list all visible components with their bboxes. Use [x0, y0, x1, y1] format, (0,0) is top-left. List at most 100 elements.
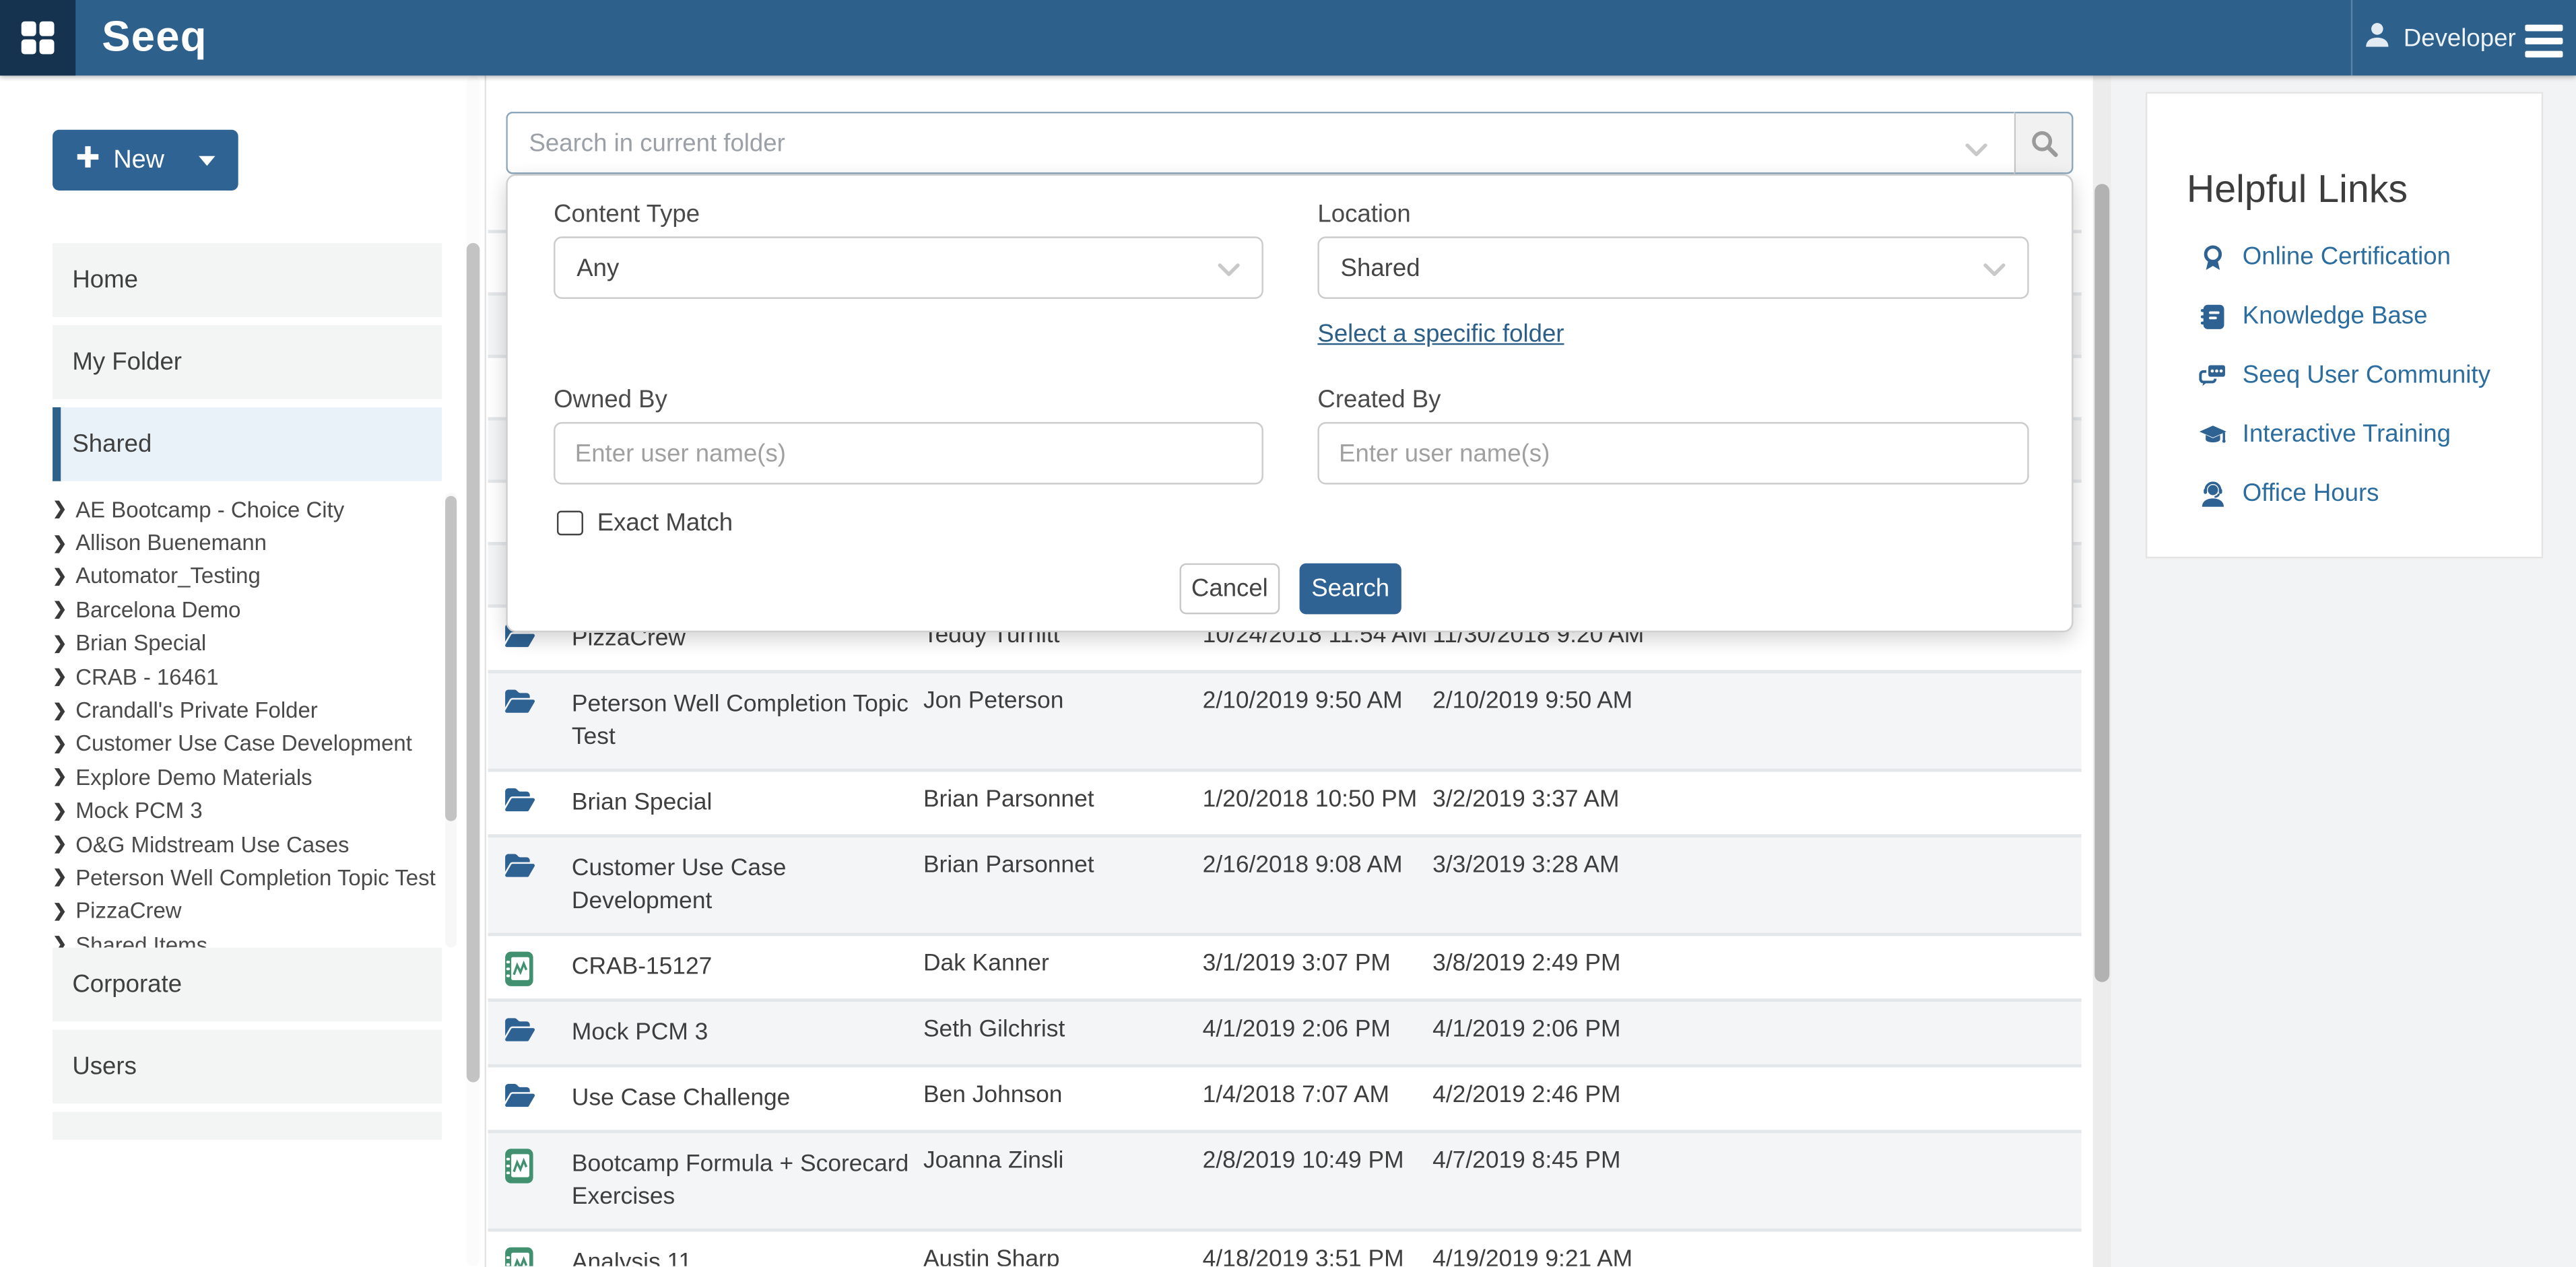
folder-tree-item[interactable]: ❯ Explore Demo Materials: [53, 761, 447, 794]
navbar-divider: [2351, 0, 2352, 75]
item-owner: Seth Gilchrist: [923, 1017, 1195, 1043]
folder-tree-item[interactable]: ❯ Allison Buenemann: [53, 526, 447, 560]
item-owner: Austin Sharp: [923, 1247, 1195, 1266]
select-specific-folder-link[interactable]: Select a specific folder: [1317, 320, 1564, 348]
plus-icon: [77, 145, 99, 175]
folder-tree-item[interactable]: ❯ Peterson Well Completion Topic Test: [53, 861, 447, 895]
chevron-right-icon: ❯: [53, 567, 75, 586]
item-owner: Dak Kanner: [923, 951, 1195, 977]
cancel-button[interactable]: Cancel: [1179, 563, 1280, 615]
chevron-right-icon: ❯: [53, 533, 75, 553]
sidebar-item-partial: [53, 1111, 442, 1139]
chevron-right-icon: ❯: [53, 767, 75, 787]
table-row[interactable]: Use Case Challenge Ben Johnson 1/4/2018 …: [488, 1064, 2082, 1130]
item-updated-date: 2/10/2019 9:50 AM: [1432, 688, 1704, 714]
table-row[interactable]: CRAB-15127 Dak Kanner 3/1/2019 3:07 PM 3…: [488, 933, 2082, 999]
chevron-right-icon: ❯: [53, 500, 75, 519]
item-owner: Brian Parsonnet: [923, 786, 1195, 813]
folder-tree-item[interactable]: ❯ Barcelona Demo: [53, 593, 447, 627]
app-switcher-button[interactable]: [0, 0, 75, 75]
helpful-link[interactable]: Online Certification: [2198, 238, 2451, 275]
item-updated-date: 3/8/2019 2:49 PM: [1432, 951, 1704, 977]
folder-tree-item[interactable]: ❯ CRAB - 16461: [53, 660, 447, 694]
helpful-link[interactable]: Seeq User Community: [2198, 356, 2490, 392]
item-created-date: 1/4/2018 7:07 AM: [1203, 1083, 1433, 1109]
item-updated-date: 4/7/2019 8:45 PM: [1432, 1148, 1704, 1174]
office-hours-icon: [2198, 479, 2228, 509]
folder-tree-item-label: AE Bootcamp - Choice City: [75, 497, 344, 522]
sidebar-scrollbar-thumb[interactable]: [467, 243, 480, 1083]
top-navbar: Seeq Developer: [0, 0, 2576, 75]
sidebar-nav-item[interactable]: Home: [53, 243, 442, 317]
search-button[interactable]: Search: [1300, 563, 1401, 615]
folder-tree-item[interactable]: ❯ AE Bootcamp - Choice City: [53, 493, 447, 526]
table-row[interactable]: Peterson Well Completion Topic Test Jon …: [488, 670, 2082, 768]
content-type-select[interactable]: Any: [554, 236, 1263, 299]
sidebar-nav-item[interactable]: Shared: [53, 407, 442, 481]
helpful-link[interactable]: Knowledge Base: [2198, 298, 2428, 334]
user-menu[interactable]: Developer: [2363, 0, 2516, 75]
chevron-down-icon: [1218, 263, 1241, 277]
chevron-right-icon: ❯: [53, 667, 75, 687]
helpful-links-title: Helpful Links: [2187, 168, 2408, 212]
folder-icon: [504, 1017, 535, 1043]
helpful-link[interactable]: Office Hours: [2198, 475, 2379, 511]
item-updated-date: 4/1/2019 2:06 PM: [1432, 1017, 1704, 1043]
content-type-value: Any: [576, 254, 619, 281]
hamburger-menu-icon[interactable]: [2525, 25, 2563, 63]
sidebar-nav-item[interactable]: Users: [53, 1030, 442, 1104]
exact-match-option[interactable]: Exact Match: [557, 509, 733, 537]
helpful-link[interactable]: Interactive Training: [2198, 415, 2451, 452]
table-row[interactable]: Analysis 11 Austin Sharp 4/18/2019 3:51 …: [488, 1229, 2082, 1266]
item-name: Bootcamp Formula + Scorecard Exercises: [572, 1133, 920, 1228]
exact-match-checkbox[interactable]: [557, 510, 583, 536]
sidebar-nav-item-label: Home: [72, 266, 138, 294]
folder-tree-item[interactable]: ❯ Crandall's Private Folder: [53, 693, 447, 727]
grid-icon: [22, 22, 54, 54]
certification-icon: [2198, 243, 2228, 273]
content-scrollbar-thumb[interactable]: [2094, 184, 2109, 982]
item-name: Analysis 11: [572, 1232, 920, 1266]
analysis-icon: [504, 1148, 534, 1184]
location-select[interactable]: Shared: [1317, 236, 2028, 299]
helpful-links-panel: Helpful Links Online Certification: [2146, 92, 2543, 559]
knowledge-base-icon: [2198, 302, 2228, 332]
sidebar-nav-item[interactable]: Corporate: [53, 948, 442, 1022]
sidebar-nav-item[interactable]: My Folder: [53, 325, 442, 399]
seeq-logo[interactable]: Seeq: [102, 0, 207, 75]
sidebar-nav-item-label: Shared: [72, 430, 152, 458]
table-row[interactable]: Brian Special Brian Parsonnet 1/20/2018 …: [488, 769, 2082, 835]
search-options-chevron-icon[interactable]: [1965, 136, 1988, 166]
training-icon: [2198, 420, 2228, 450]
folder-tree-item[interactable]: ❯ PizzaCrew: [53, 895, 447, 928]
tree-scrollbar-thumb[interactable]: [445, 496, 457, 821]
created-by-input[interactable]: [1317, 422, 2028, 485]
folder-tree-item[interactable]: ❯ O&G Midstream Use Cases: [53, 827, 447, 861]
folder-tree: ❯ AE Bootcamp - Choice City ❯ Allison Bu…: [53, 493, 447, 961]
item-created-date: 2/8/2019 10:49 PM: [1203, 1148, 1433, 1174]
search-input[interactable]: [506, 112, 2014, 174]
owned-by-label: Owned By: [554, 386, 667, 413]
search-icon: [2030, 129, 2057, 156]
item-owner: Jon Peterson: [923, 688, 1195, 714]
chevron-right-icon: ❯: [53, 868, 75, 887]
owned-by-input[interactable]: [554, 422, 1263, 485]
exact-match-label: Exact Match: [597, 509, 733, 537]
folder-tree-item[interactable]: ❯ Automator_Testing: [53, 559, 447, 593]
folder-tree-item[interactable]: ❯ Customer Use Case Development: [53, 727, 447, 761]
table-row[interactable]: Bootcamp Formula + Scorecard Exercises J…: [488, 1130, 2082, 1228]
table-row[interactable]: Mock PCM 3 Seth Gilchrist 4/1/2019 2:06 …: [488, 998, 2082, 1064]
item-updated-date: 3/2/2019 3:37 AM: [1432, 786, 1704, 813]
search-submit-button[interactable]: [2014, 112, 2074, 174]
analysis-icon: [504, 1247, 534, 1266]
new-button[interactable]: New: [53, 130, 238, 191]
folder-tree-item[interactable]: ❯ Mock PCM 3: [53, 794, 447, 827]
folder-tree-item-label: Allison Buenemann: [75, 530, 267, 555]
table-row[interactable]: Customer Use Case Development Brian Pars…: [488, 834, 2082, 932]
chevron-right-icon: ❯: [53, 700, 75, 720]
folder-tree-item-label: PizzaCrew: [75, 899, 181, 924]
folder-tree-item[interactable]: ❯ Brian Special: [53, 627, 447, 660]
folder-icon: [504, 852, 535, 879]
analysis-icon: [504, 951, 534, 987]
item-name: Brian Special: [572, 772, 920, 835]
